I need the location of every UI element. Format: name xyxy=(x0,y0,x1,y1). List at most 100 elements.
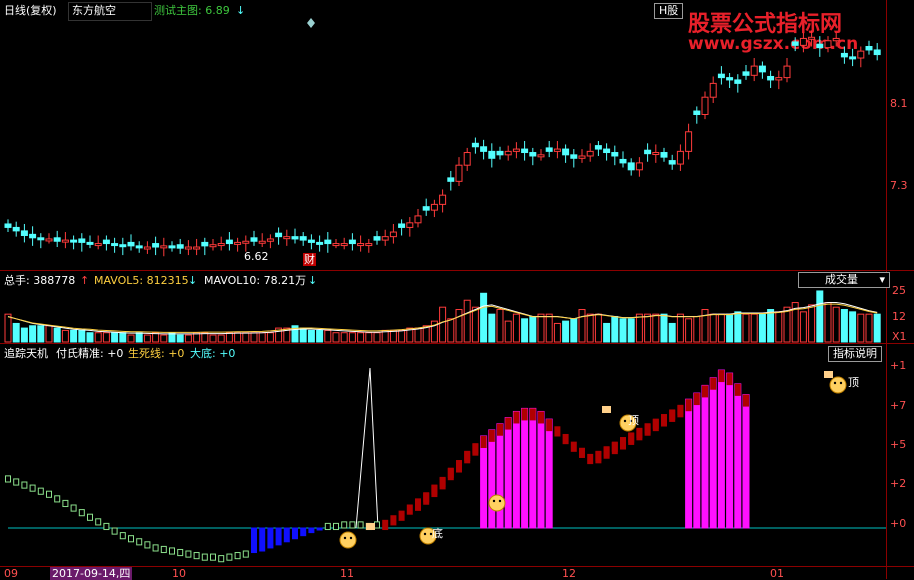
price-candle xyxy=(783,65,791,79)
price-candle xyxy=(4,223,12,228)
volume-bar xyxy=(447,318,455,343)
volume-bar xyxy=(12,322,20,343)
volume-indicator-dropdown[interactable]: 成交量 ▾ xyxy=(798,272,890,288)
indicator-cap xyxy=(456,460,462,473)
indicator-bar xyxy=(529,407,537,529)
indicator-bar xyxy=(160,545,167,554)
volume-total-arrow: ↑ xyxy=(80,274,90,287)
volume-bar xyxy=(234,332,242,343)
indicator-bar xyxy=(693,392,701,529)
volume-bar xyxy=(873,313,881,343)
price-candle xyxy=(447,177,455,182)
volume-bar xyxy=(176,334,184,343)
indicator-spike-line xyxy=(355,367,379,529)
price-candle xyxy=(143,246,151,250)
price-candle xyxy=(791,41,799,46)
volume-bar xyxy=(340,332,348,343)
volume-bar xyxy=(439,306,447,343)
price-candle xyxy=(685,131,693,152)
indicator-bar xyxy=(210,553,216,561)
indicator-cap xyxy=(431,485,438,498)
price-candle xyxy=(357,243,365,247)
bottom-signal-label: 底 xyxy=(432,527,443,540)
signal-marker xyxy=(366,523,375,530)
volume-bar xyxy=(644,313,652,343)
volume-bar xyxy=(767,309,775,343)
price-candle xyxy=(61,239,69,243)
volume-bar xyxy=(143,334,151,343)
ind-tick-4: +2 xyxy=(890,477,907,490)
indicator-bar xyxy=(382,519,389,531)
indicator-bar xyxy=(136,538,143,546)
volume-bar xyxy=(553,322,561,343)
indicator-help-button[interactable]: 指标说明 xyxy=(828,346,882,362)
volume-bar xyxy=(463,299,471,343)
price-candle xyxy=(102,239,110,245)
volume-bar xyxy=(225,332,233,343)
smiley-eye xyxy=(492,499,496,503)
price-candle xyxy=(316,241,324,245)
indicator-bar xyxy=(717,369,725,529)
volume-bar xyxy=(562,320,570,343)
volume-bar xyxy=(299,327,307,343)
indicator-bar xyxy=(103,522,110,531)
volume-bar xyxy=(512,313,520,343)
volume-bar xyxy=(307,329,315,343)
price-candle xyxy=(496,150,504,156)
price-candle xyxy=(29,233,37,239)
price-candle xyxy=(324,239,332,245)
indicator-bar xyxy=(234,552,241,560)
volume-bar xyxy=(332,332,340,343)
price-candle xyxy=(184,246,192,250)
x-label-12: 12 xyxy=(562,567,576,580)
price-candle xyxy=(693,110,701,115)
price-candle xyxy=(422,206,430,211)
volume-bar xyxy=(775,311,783,343)
volume-bar xyxy=(717,313,725,343)
volume-bar xyxy=(726,313,734,343)
indicator-cap xyxy=(693,393,700,406)
volume-bar xyxy=(184,334,192,343)
price-tick-2: 7.3 xyxy=(890,179,908,192)
indicator-bar xyxy=(545,418,553,529)
panel-divider-2 xyxy=(0,343,914,344)
volume-bar xyxy=(455,309,463,343)
volume-bar xyxy=(832,306,840,343)
indicator-cap xyxy=(480,436,487,448)
price-candle xyxy=(824,40,832,49)
indicator-cap xyxy=(677,405,684,418)
selected-date-label: 2017-09-14,四 xyxy=(50,567,133,580)
volume-bar xyxy=(324,329,332,343)
indicator-cap xyxy=(415,498,421,511)
price-candle xyxy=(808,36,816,40)
indicator-cap xyxy=(488,429,495,442)
volume-bar xyxy=(20,327,28,343)
indicator-cap xyxy=(505,417,512,430)
price-candle xyxy=(849,56,857,60)
indicator-cap xyxy=(734,383,741,396)
mavol10-arrow: ↓ xyxy=(308,274,318,287)
price-candle xyxy=(799,37,807,46)
indicator-bar xyxy=(70,504,77,512)
price-candle xyxy=(701,96,709,115)
price-candle xyxy=(816,43,824,49)
price-candle xyxy=(201,241,209,247)
indicator-cap xyxy=(652,419,659,432)
indicator-cap xyxy=(628,432,635,445)
indicator-bar xyxy=(554,426,561,437)
price-candle xyxy=(521,148,529,154)
indicator-bar xyxy=(374,521,380,529)
indicator-bar xyxy=(95,518,102,526)
indicator-bar xyxy=(111,527,118,535)
price-candle xyxy=(480,146,488,152)
price-candle xyxy=(603,148,611,154)
volume-bar xyxy=(78,329,86,343)
volume-bar xyxy=(209,334,217,343)
top-signal-label-1: 顶 xyxy=(628,414,639,427)
volume-bar xyxy=(102,332,110,343)
indicator-cap xyxy=(546,419,553,432)
stock-chart[interactable] xyxy=(0,0,914,579)
price-candle xyxy=(709,82,717,98)
finance-marker[interactable]: 财 xyxy=(303,253,316,266)
volume-bar xyxy=(545,313,553,343)
